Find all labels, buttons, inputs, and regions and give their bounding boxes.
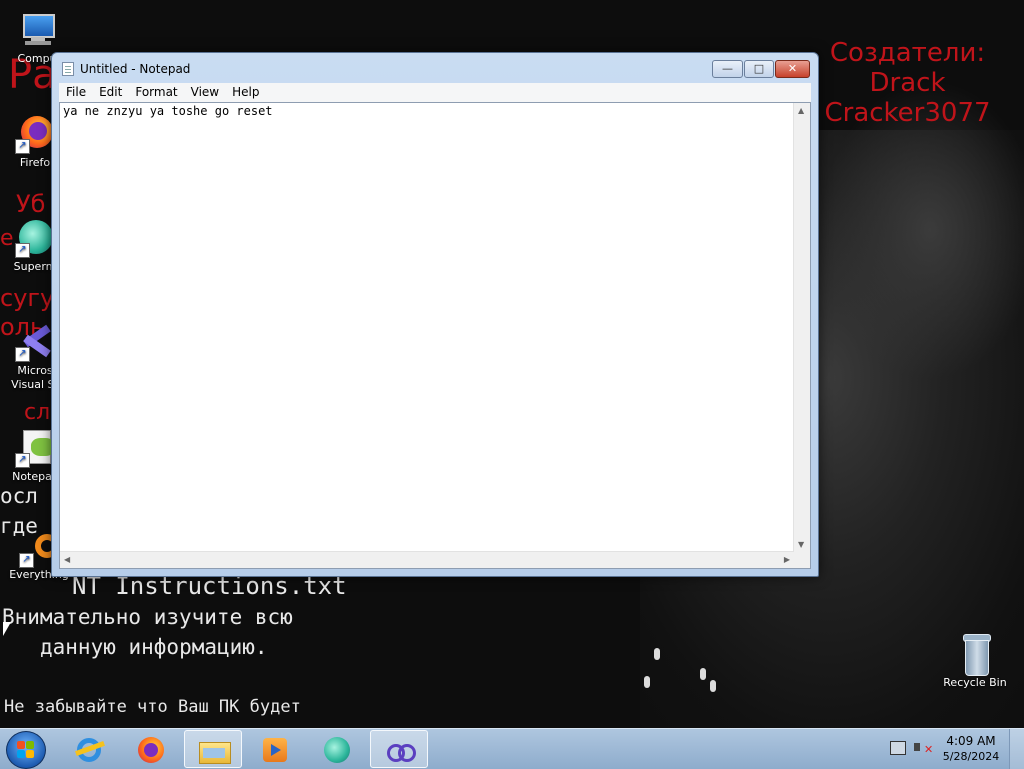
menu-help[interactable]: Help <box>225 83 265 99</box>
menu-view[interactable]: View <box>184 83 225 99</box>
taskbar-supermium[interactable] <box>308 730 366 768</box>
vertical-scrollbar[interactable]: ▲ ▼ <box>793 103 810 552</box>
scroll-down-icon[interactable]: ▼ <box>798 540 804 549</box>
supermium-icon: ↗ <box>15 218 55 258</box>
mouse-cursor-icon <box>3 622 11 636</box>
scroll-right-icon[interactable]: ▶ <box>784 555 790 564</box>
editor-content[interactable]: ya ne znzyu ya toshe go reset <box>63 104 273 118</box>
shortcut-arrow-icon: ↗ <box>15 243 30 258</box>
menu-file[interactable]: File <box>59 83 92 99</box>
wallpaper-sparkle <box>654 648 660 660</box>
supermium-icon <box>323 736 351 764</box>
visual-studio-icon: ↗ <box>15 322 55 362</box>
desktop-icon-recycle-bin[interactable]: Recycle Bin <box>940 632 1010 689</box>
wallpaper-sparkle <box>700 668 706 680</box>
recycle-bin-icon <box>955 632 995 676</box>
network-icon[interactable] <box>890 741 906 755</box>
taskbar-media-player[interactable] <box>246 730 304 768</box>
clock-date[interactable]: 5/28/2024 <box>940 750 1002 763</box>
explorer-icon <box>199 736 231 764</box>
show-desktop-button[interactable] <box>1009 729 1024 769</box>
creators-line: Создатели: <box>829 38 986 68</box>
notepad-icon <box>62 62 74 76</box>
wallpaper-red-fragment: Уб <box>16 190 46 218</box>
taskbar-internet-explorer[interactable] <box>60 730 118 768</box>
text-editor[interactable]: ya ne znzyu ya toshe go reset ▲ ▼ ◀ ▶ <box>59 102 811 569</box>
firefox-icon <box>137 736 165 764</box>
close-button[interactable]: ✕ <box>775 60 810 78</box>
taskbar-explorer[interactable] <box>184 730 242 768</box>
size-grip[interactable] <box>794 552 810 568</box>
creators-line: Cracker3077 <box>824 98 991 128</box>
start-button[interactable] <box>6 731 46 769</box>
window-title: Untitled - Notepad <box>80 62 191 76</box>
wallpaper-red-fragment: сл <box>24 400 51 425</box>
wallpaper-red-fragment: сугу <box>0 284 55 312</box>
internet-explorer-icon <box>75 736 105 764</box>
windows-logo-icon <box>17 741 25 749</box>
wallpaper-white-fragment: осл <box>0 484 38 508</box>
notepad-window[interactable]: Untitled - Notepad — □ ✕ File Edit Format V… <box>51 52 819 577</box>
horizontal-scrollbar[interactable]: ◀ ▶ <box>60 551 794 568</box>
creators-line: Drack <box>869 68 946 98</box>
desktop-icon-label: Recycle Bin <box>943 676 1007 689</box>
menu-edit[interactable]: Edit <box>92 83 128 99</box>
computer-icon <box>17 10 57 50</box>
wallpaper-sparkle <box>710 680 716 692</box>
scroll-left-icon[interactable]: ◀ <box>64 555 70 564</box>
menu-format[interactable]: Format <box>128 83 183 99</box>
minimize-button[interactable]: — <box>712 60 743 78</box>
shortcut-arrow-icon: ↗ <box>15 453 30 468</box>
wallpaper-sparkle <box>644 676 650 688</box>
menu-bar: File Edit Format View Help <box>59 83 811 102</box>
firefox-icon: ↗ <box>15 114 55 154</box>
instructions-line: Внимательно изучите всю <box>2 605 293 629</box>
shortcut-arrow-icon: ↗ <box>15 139 30 154</box>
instructions-line: данную информацию. <box>40 635 268 659</box>
taskbar-firefox[interactable] <box>122 730 180 768</box>
media-player-icon <box>261 736 289 764</box>
title-bar[interactable]: Untitled - Notepad — □ ✕ <box>52 53 818 83</box>
notepad-plus-icon: ↗ <box>15 428 55 468</box>
creators-text: Создатели: Drack Cracker3077 <box>820 38 995 128</box>
volume-muted-icon[interactable]: ✕ <box>914 739 933 757</box>
instructions-note: Не забывайте что Ваш ПК будет <box>4 697 301 717</box>
shortcut-arrow-icon: ↗ <box>15 347 30 362</box>
clock-time[interactable]: 4:09 AM <box>940 734 1002 748</box>
taskbar: ✕ 4:09 AM 5/28/2024 <box>0 728 1024 769</box>
maximize-button[interactable]: □ <box>744 60 774 78</box>
visual-studio-icon <box>385 736 416 764</box>
taskbar-visual-studio[interactable] <box>370 730 428 768</box>
shortcut-arrow-icon: ↗ <box>19 553 34 568</box>
scroll-up-icon[interactable]: ▲ <box>798 106 804 115</box>
